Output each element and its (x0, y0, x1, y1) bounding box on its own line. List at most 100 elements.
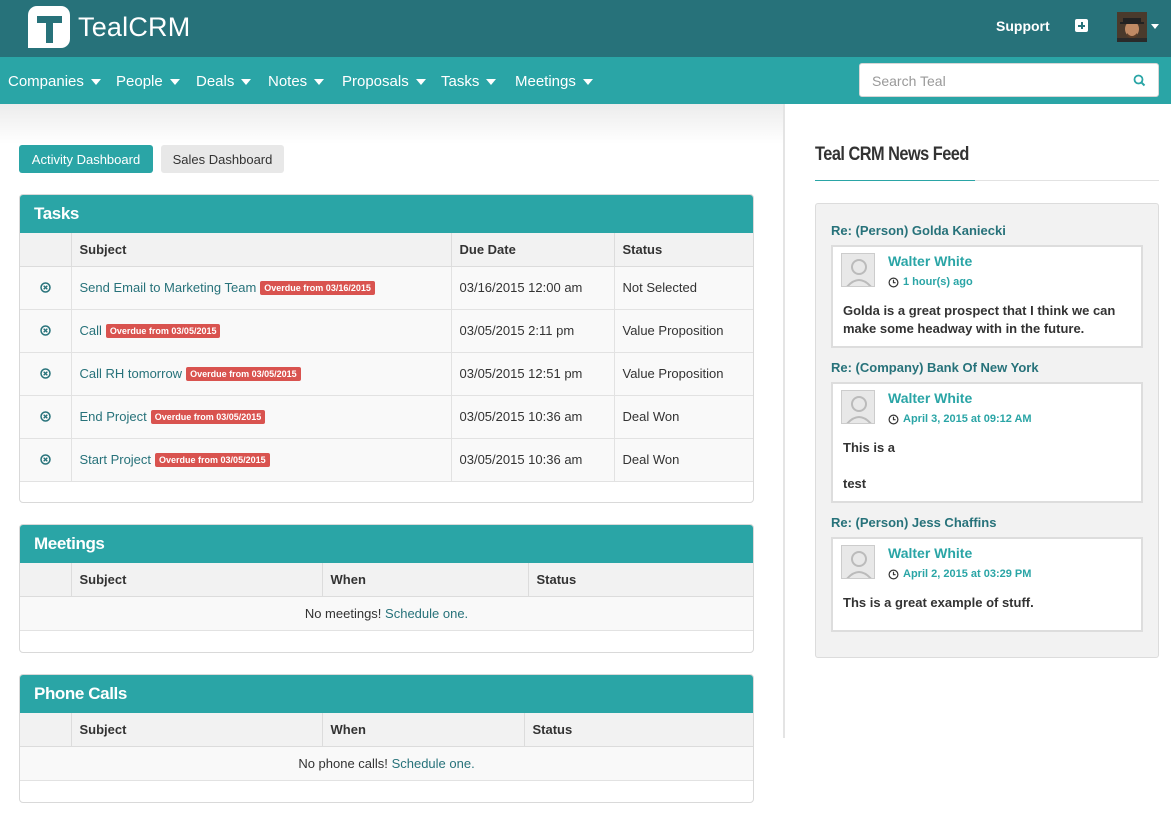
news-feed-title: Teal CRM News Feed (815, 144, 969, 165)
feed-author-link[interactable]: Walter White (888, 253, 972, 269)
teal-logo-icon (28, 6, 70, 48)
feed-time-text: April 2, 2015 at 03:29 PM (903, 568, 1032, 580)
plus-icon[interactable] (1075, 19, 1088, 32)
table-header-row: Subject When Status (20, 563, 753, 597)
column-header-when: When (321, 563, 529, 597)
support-link[interactable]: Support (996, 18, 1050, 34)
nav-meetings[interactable]: Meetings (515, 73, 593, 90)
search-input[interactable] (872, 71, 1122, 91)
tasks-panel: Tasks Subject Due Date Status Send Email… (19, 194, 754, 503)
nav-label: Deals (196, 73, 235, 90)
subject-cell: Send Email to Marketing Team Overdue from… (70, 265, 452, 310)
status-cell: Deal Won (613, 394, 753, 439)
task-link[interactable]: Call (80, 323, 102, 338)
app-name: TealCRM (78, 11, 191, 42)
overdue-badge: Overdue from 03/16/2015 (260, 281, 375, 295)
default-avatar-icon (841, 253, 875, 287)
table-row: End Project Overdue from 03/05/2015 03/05… (20, 394, 753, 439)
panel-title: Phone Calls (20, 675, 753, 713)
nav-label: Meetings (515, 73, 576, 90)
chevron-down-icon (90, 78, 101, 85)
table-header-row: Subject Due Date Status (20, 233, 753, 267)
feed-card: Walter White April 3, 2015 at 09:12 AM T… (831, 382, 1143, 503)
schedule-meeting-link[interactable]: Schedule one. (385, 606, 468, 621)
tasks-table: Subject Due Date Status Send Email to Ma… (20, 233, 753, 482)
subject-cell: Start Project Overdue from 03/05/2015 (70, 437, 452, 482)
nav-tasks[interactable]: Tasks (441, 73, 497, 90)
phone-calls-panel: Phone Calls Subject When Status No phone… (19, 674, 754, 803)
default-avatar-icon (841, 545, 875, 579)
column-header-due-date: Due Date (450, 233, 615, 267)
user-menu-caret-icon[interactable] (1151, 24, 1159, 29)
empty-message: No phone calls! Schedule one. (20, 745, 753, 781)
feed-time-text: 1 hour(s) ago (903, 276, 973, 288)
remove-task-icon[interactable] (40, 282, 51, 293)
action-cell (20, 394, 72, 439)
action-cell (20, 437, 72, 482)
column-divider (783, 104, 785, 738)
feed-item-reference[interactable]: Re: (Person) Jess Chaffins (831, 515, 996, 530)
feed-timestamp: April 3, 2015 at 09:12 AM (888, 413, 1032, 425)
search-icon[interactable] (1133, 74, 1146, 87)
table-row: Call RH tomorrow Overdue from 03/05/2015 … (20, 351, 753, 396)
task-link[interactable]: End Project (80, 409, 147, 424)
column-header-action (20, 233, 72, 267)
status-cell: Not Selected (613, 265, 753, 310)
column-header-action (20, 563, 72, 597)
feed-item-reference[interactable]: Re: (Person) Golda Kaniecki (831, 223, 1006, 238)
due-date-cell: 03/05/2015 10:36 am (450, 437, 615, 482)
action-cell (20, 265, 72, 310)
nav-label: Companies (8, 73, 84, 90)
tab-activity-dashboard[interactable]: Activity Dashboard (19, 145, 153, 173)
feed-timestamp: 1 hour(s) ago (888, 276, 973, 288)
task-link[interactable]: Call RH tomorrow (80, 366, 183, 381)
task-link[interactable]: Send Email to Marketing Team (80, 280, 257, 295)
column-header-action (20, 713, 72, 747)
panel-title: Tasks (20, 195, 753, 233)
action-cell (20, 351, 72, 396)
app-logo[interactable]: TealCRM (28, 6, 190, 48)
feed-author-link[interactable]: Walter White (888, 545, 972, 561)
remove-task-icon[interactable] (40, 454, 51, 465)
feed-item-reference[interactable]: Re: (Company) Bank Of New York (831, 360, 1039, 375)
overdue-badge: Overdue from 03/05/2015 (150, 410, 266, 424)
due-date-cell: 03/05/2015 10:36 am (450, 394, 615, 439)
table-header-row: Subject When Status (20, 713, 753, 747)
meetings-panel: Meetings Subject When Status No meetings… (19, 524, 754, 653)
title-rule-accent (815, 180, 975, 181)
tab-sales-dashboard[interactable]: Sales Dashboard (161, 145, 284, 173)
chevron-down-icon (582, 78, 593, 85)
subject-cell: End Project Overdue from 03/05/2015 (70, 394, 452, 439)
nav-companies[interactable]: Companies (8, 73, 101, 90)
due-date-cell: 03/16/2015 12:00 am (450, 265, 615, 310)
nav-label: Tasks (441, 73, 480, 90)
column-header-status: Status (613, 233, 753, 267)
schedule-call-link[interactable]: Schedule one. (392, 756, 475, 771)
search-box (859, 63, 1159, 97)
chevron-down-icon (169, 78, 180, 85)
nav-proposals[interactable]: Proposals (342, 73, 426, 90)
remove-task-icon[interactable] (40, 325, 51, 336)
action-cell (20, 308, 72, 353)
table-row: Send Email to Marketing Team Overdue from… (20, 265, 753, 310)
top-bar: TealCRM Support (0, 0, 1171, 57)
feed-body: Ths is a great example of stuff. (843, 595, 1034, 610)
due-date-cell: 03/05/2015 12:51 pm (450, 351, 615, 396)
clock-icon (888, 413, 899, 425)
feed-body: Golda is a great prospect that I think w… (843, 303, 1116, 336)
user-avatar-icon[interactable] (1117, 12, 1147, 42)
header-shadow (0, 104, 783, 144)
nav-people[interactable]: People (116, 73, 180, 90)
column-header-status: Status (527, 563, 753, 597)
feed-timestamp: April 2, 2015 at 03:29 PM (888, 568, 1031, 580)
nav-label: People (116, 73, 163, 90)
feed-card: Walter White April 2, 2015 at 03:29 PM T… (831, 537, 1143, 632)
nav-deals[interactable]: Deals (196, 73, 252, 90)
nav-notes[interactable]: Notes (268, 73, 325, 90)
remove-task-icon[interactable] (40, 411, 51, 422)
task-link[interactable]: Start Project (80, 452, 152, 467)
remove-task-icon[interactable] (40, 368, 51, 379)
empty-text: No meetings! (304, 605, 382, 621)
feed-author-link[interactable]: Walter White (888, 390, 972, 406)
empty-row: No phone calls! Schedule one. (20, 745, 753, 781)
